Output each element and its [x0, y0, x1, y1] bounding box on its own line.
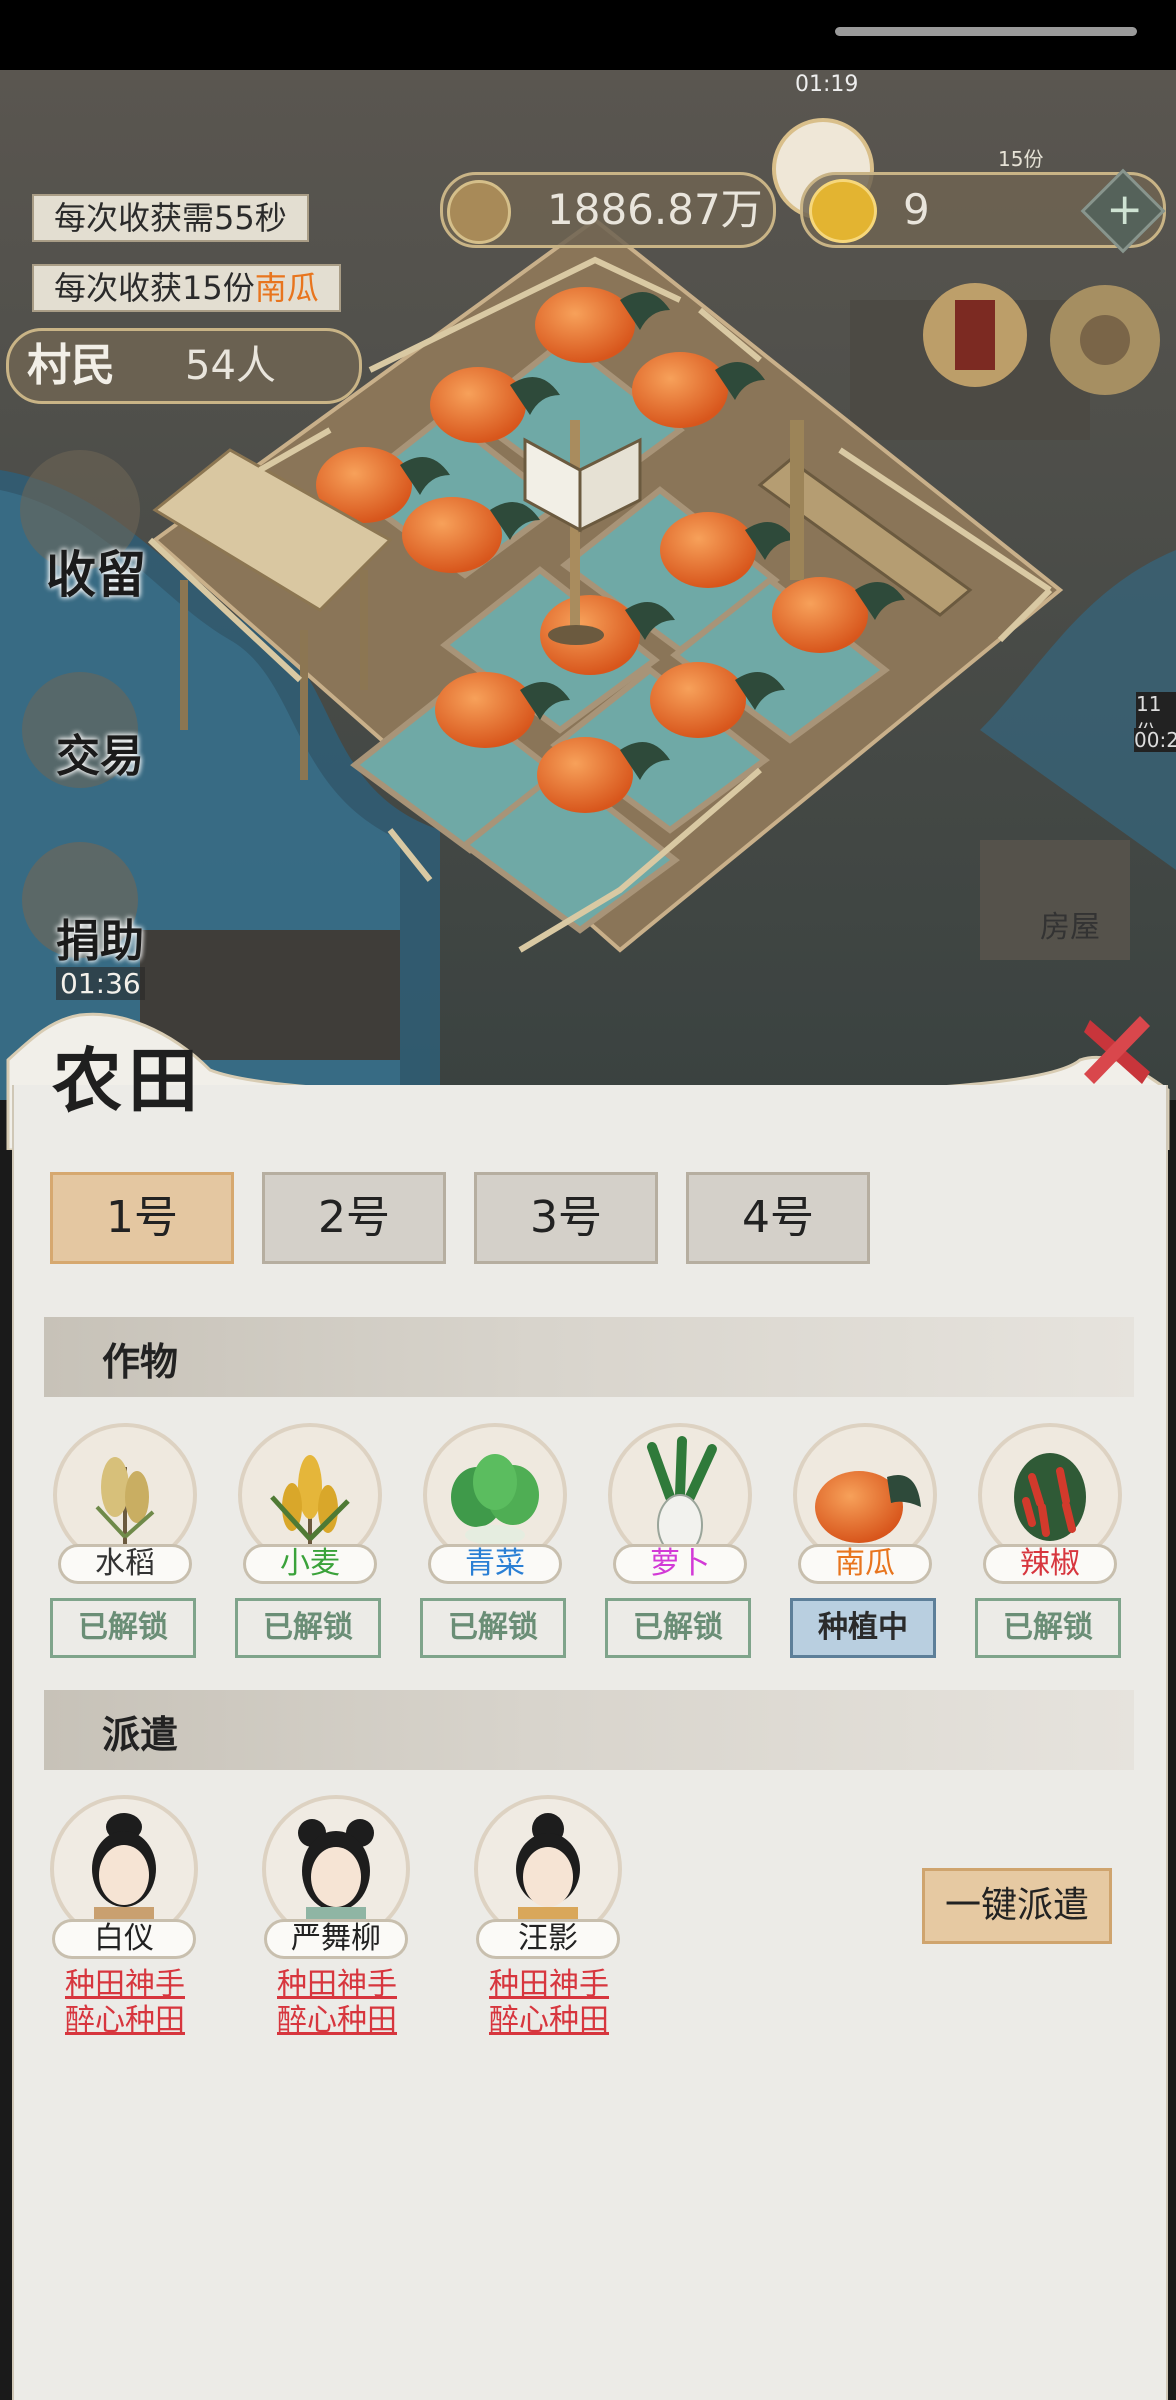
worker-trait[interactable]: 醉心种田 — [252, 2003, 422, 2039]
worker-trait[interactable]: 种田神手 — [40, 1967, 210, 2003]
edge-count-2: 00:2 — [1134, 728, 1176, 752]
copper-amount: 1886.87万 — [547, 185, 763, 234]
crop-name: 青菜 — [428, 1544, 562, 1584]
status-bar — [0, 0, 1176, 70]
crop-name: 萝卜 — [613, 1544, 747, 1584]
harvest-time-info: 每次收获需55秒 — [32, 194, 309, 242]
worker-trait[interactable]: 醉心种田 — [464, 2003, 634, 2039]
harvest-amount-info: 每次收获15份南瓜 — [32, 264, 341, 312]
tab-field-3[interactable]: 3号 — [474, 1172, 658, 1264]
worker-trait[interactable]: 种田神手 — [464, 1967, 634, 2003]
close-icon[interactable] — [1080, 1012, 1160, 1092]
crop-name: 南瓜 — [798, 1544, 932, 1584]
tab-field-1[interactable]: 1号 — [50, 1172, 234, 1264]
harvest-crop-text: 南瓜 — [254, 269, 319, 307]
crop-status[interactable]: 已解锁 — [420, 1598, 566, 1658]
gold-ingot-icon — [809, 179, 877, 243]
crop-name: 水稻 — [58, 1544, 192, 1584]
villagers-label: 村民 — [27, 340, 115, 391]
gold-amount: 9 — [903, 185, 930, 234]
dispatch-section-header — [44, 1690, 1134, 1770]
harvest-amount-text: 每次收获15份 — [54, 269, 255, 307]
crops-section-header — [44, 1317, 1134, 1397]
dispatch-all-button[interactable]: 一键派遣 — [922, 1868, 1112, 1944]
portions-label: 15份 — [998, 147, 1044, 171]
crop-status[interactable]: 已解锁 — [975, 1598, 1121, 1658]
crop-name: 辣椒 — [983, 1544, 1117, 1584]
worker-trait[interactable]: 醉心种田 — [40, 2003, 210, 2039]
dispatch-section-label: 派遣 — [102, 1712, 179, 1757]
copper-counter[interactable]: 1886.87万 — [440, 172, 776, 248]
crop-status[interactable]: 已解锁 — [50, 1598, 196, 1658]
home-indicator[interactable] — [835, 27, 1137, 36]
crop-status[interactable]: 已解锁 — [235, 1598, 381, 1658]
shelter-button[interactable]: 收留 — [46, 535, 146, 607]
crop-status[interactable]: 已解锁 — [605, 1598, 751, 1658]
crop-name: 小麦 — [243, 1544, 377, 1584]
gold-counter[interactable]: 9 + — [800, 168, 1166, 254]
worker-name: 汪影 — [476, 1919, 620, 1959]
top-timer: 01:19 — [795, 72, 859, 97]
worker-name: 白仪 — [52, 1919, 196, 1959]
tab-field-2[interactable]: 2号 — [262, 1172, 446, 1264]
villagers-count: 54人 — [185, 343, 276, 389]
worker-name: 严舞柳 — [264, 1919, 408, 1959]
panel-title: 农田 — [52, 1039, 204, 1122]
farm-scene: 每次收获需55秒 每次收获15份南瓜 村民 54人 1886.87万 01:19… — [0, 70, 1176, 1100]
plus-icon: + — [1105, 183, 1143, 235]
donate-button[interactable]: 捐助 — [56, 905, 144, 969]
tab-field-4[interactable]: 4号 — [686, 1172, 870, 1264]
trade-button[interactable]: 交易 — [56, 720, 144, 784]
crops-section-label: 作物 — [102, 1339, 179, 1384]
side-timer: 01:36 — [56, 967, 145, 1000]
house-label[interactable]: 房屋 — [1040, 902, 1100, 946]
crop-status[interactable]: 种植中 — [790, 1598, 936, 1658]
worker-trait[interactable]: 种田神手 — [252, 1967, 422, 2003]
villagers-counter[interactable]: 村民 54人 — [6, 328, 362, 404]
copper-coin-icon — [447, 180, 511, 244]
